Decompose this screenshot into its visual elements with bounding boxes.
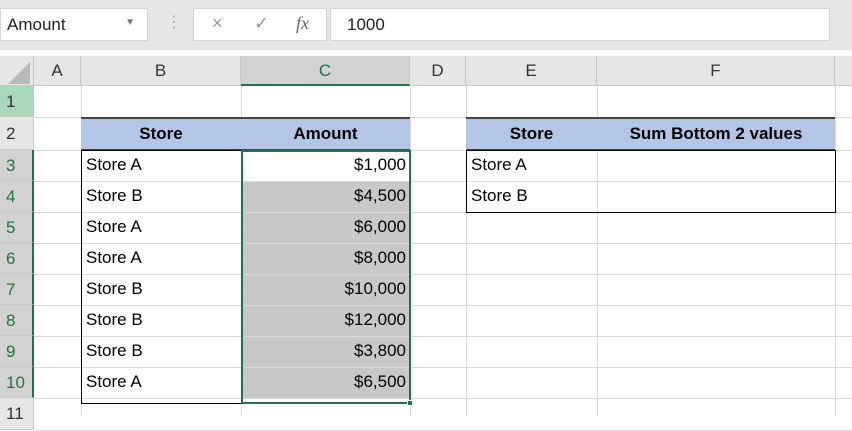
table1-header-store[interactable]: Store — [81, 120, 241, 148]
table2-header-store[interactable]: Store — [466, 120, 597, 148]
enter-icon[interactable]: ✓ — [254, 13, 269, 34]
table2-header-sum[interactable]: Sum Bottom 2 values — [597, 120, 835, 148]
table1-header-amount[interactable]: Amount — [241, 120, 410, 148]
column-header-blank — [835, 56, 852, 86]
row-header-9[interactable]: 9 — [0, 336, 34, 367]
row-header-3[interactable]: 3 — [0, 150, 34, 181]
column-header-A[interactable]: A — [34, 56, 81, 86]
row-header-11[interactable]: 11 — [0, 398, 34, 430]
column-header-C[interactable]: C — [241, 56, 410, 86]
row-header-5[interactable]: 5 — [0, 212, 34, 243]
row-header-7[interactable]: 7 — [0, 274, 34, 305]
fill-handle[interactable] — [407, 400, 413, 406]
drag-handle-icon[interactable]: ⋮ — [166, 12, 182, 32]
select-all-button[interactable] — [0, 56, 34, 86]
row-header-2[interactable]: 2 — [0, 117, 34, 150]
column-header-D[interactable]: D — [410, 56, 466, 86]
fx-icon[interactable]: fx — [296, 13, 309, 34]
chevron-down-icon[interactable]: ▼ — [125, 17, 135, 28]
table2-border — [466, 150, 836, 213]
cancel-icon[interactable]: × — [212, 13, 223, 34]
row-header-1[interactable]: 1 — [0, 86, 34, 117]
formula-bar: Amount ▼ ⋮ × ✓ fx 1000 — [0, 0, 852, 50]
row-header-8[interactable]: 8 — [0, 305, 34, 336]
formula-buttons: × ✓ fx — [193, 8, 327, 41]
name-box[interactable]: Amount ▼ — [0, 8, 148, 41]
column-header-E[interactable]: E — [466, 56, 597, 86]
row-header-10[interactable]: 10 — [0, 367, 34, 398]
row-header-6[interactable]: 6 — [0, 243, 34, 274]
selection-range — [241, 150, 411, 404]
formula-input[interactable]: 1000 — [330, 8, 830, 41]
column-header-B[interactable]: B — [81, 56, 241, 86]
row-header-4[interactable]: 4 — [0, 181, 34, 212]
column-header-F[interactable]: F — [597, 56, 835, 86]
name-box-value: Amount — [7, 15, 66, 34]
